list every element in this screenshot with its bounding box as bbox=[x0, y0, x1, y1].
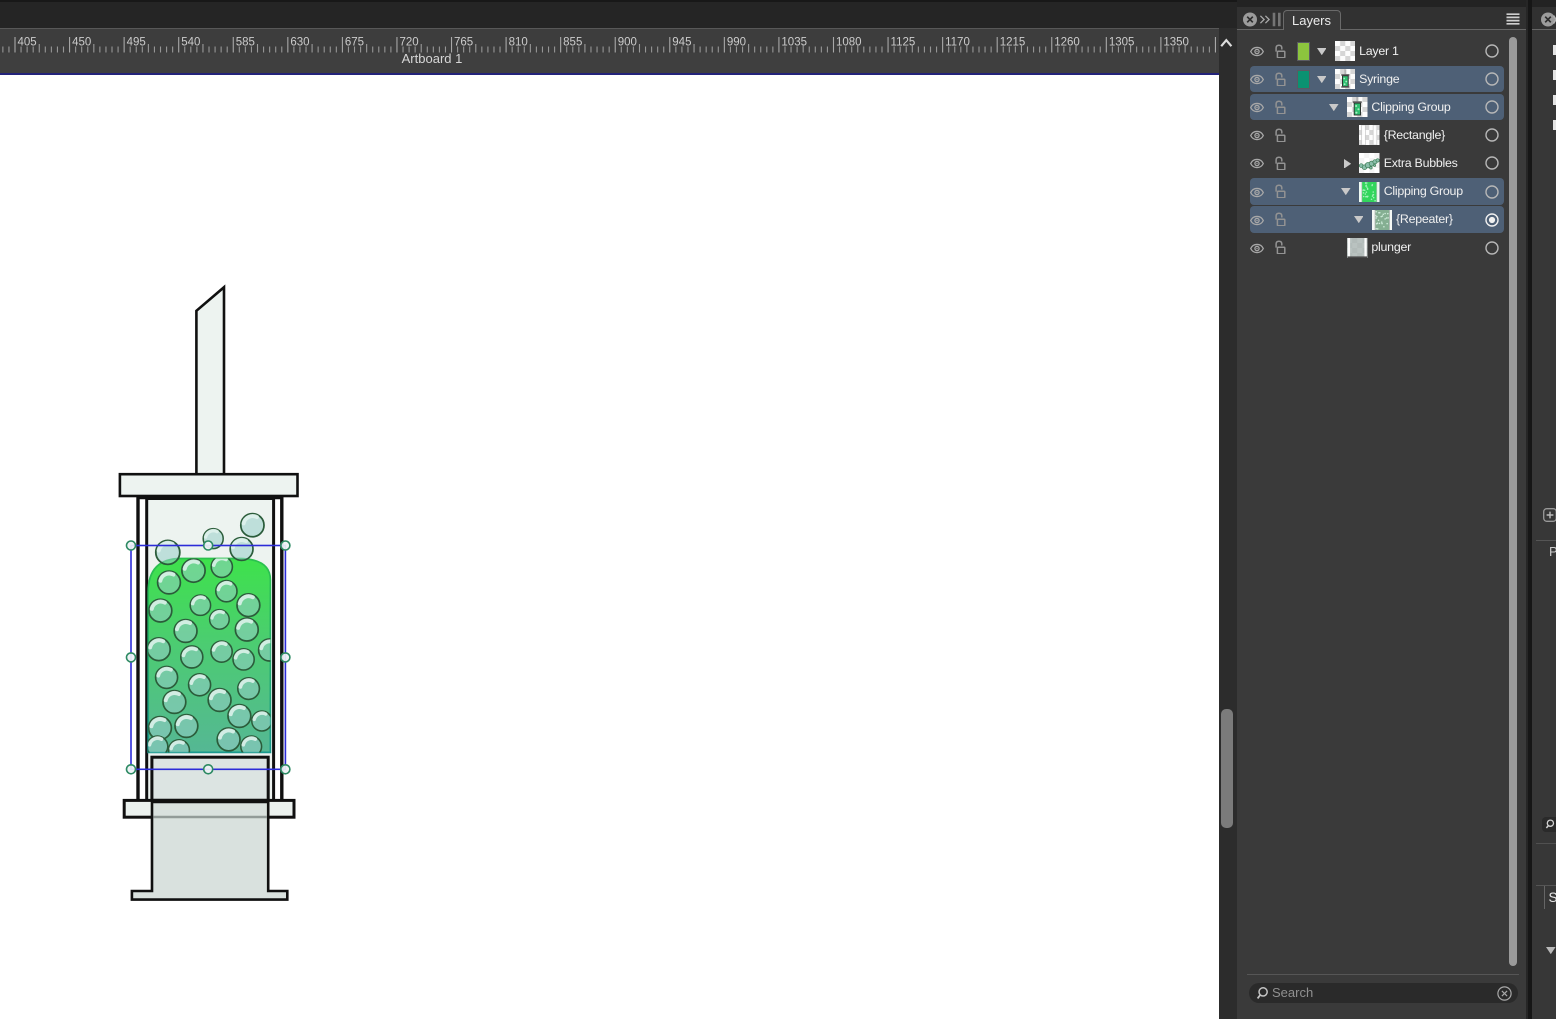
svg-text:Artboard 1: Artboard 1 bbox=[402, 51, 463, 66]
